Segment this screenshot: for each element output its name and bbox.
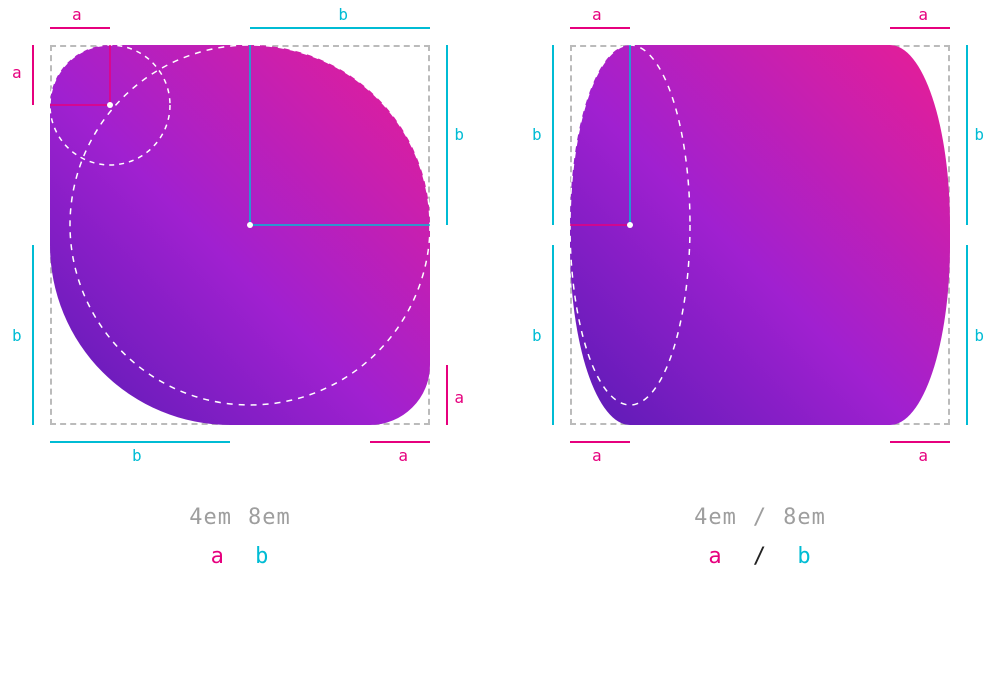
dim-bottom-b: [50, 441, 230, 443]
dim-top-b: [250, 27, 430, 29]
panel-left: a a b b a a b b 4em8em: [30, 45, 450, 569]
dim-right-bottom-b: [966, 245, 968, 425]
syntax-text: 4em8em: [30, 505, 450, 530]
dim-label: a: [398, 446, 408, 465]
dim-left-b: [32, 245, 34, 425]
dim-label: b: [974, 125, 984, 144]
dim-bottom-a: [370, 441, 430, 443]
syntax-annot: a / b: [550, 544, 970, 569]
dim-left-a: [32, 45, 34, 105]
caption-right: 4em/8em a / b: [550, 505, 970, 569]
syntax-annot: a b: [30, 544, 450, 569]
dim-top-right-a: [890, 27, 950, 29]
panel-right: a a b b b b a a 4em/8em: [550, 45, 970, 569]
shape-holder-left: a a b b a a b b: [50, 45, 430, 425]
dim-label: a: [72, 5, 82, 24]
dim-label: b: [12, 326, 22, 345]
diagram-wrap: a a b b a a b b 4em8em: [0, 0, 1000, 569]
dim-label: b: [532, 326, 542, 345]
dim-right-a: [446, 365, 448, 425]
dim-right-top-b: [966, 45, 968, 225]
dim-label: a: [918, 5, 928, 24]
dim-label: a: [918, 446, 928, 465]
syntax-text: 4em/8em: [550, 505, 970, 530]
dim-label: b: [454, 125, 464, 144]
dim-left-bottom-b: [552, 245, 554, 425]
shape-holder-right: a a b b b b a a: [570, 45, 950, 425]
dim-label: a: [592, 5, 602, 24]
dim-label: b: [532, 125, 542, 144]
dim-bottom-right-a: [890, 441, 950, 443]
caption-left: 4em8em a b: [30, 505, 450, 569]
dim-left-top-b: [552, 45, 554, 225]
rounded-box-right: [570, 45, 950, 425]
dim-top-left-a: [570, 27, 630, 29]
dim-label: b: [338, 5, 348, 24]
dim-label: b: [974, 326, 984, 345]
dim-label: a: [592, 446, 602, 465]
dim-label: b: [132, 446, 142, 465]
dim-label: a: [12, 63, 22, 82]
dim-label: a: [454, 388, 464, 407]
dim-top-a: [50, 27, 110, 29]
dim-right-b: [446, 45, 448, 225]
dim-bottom-left-a: [570, 441, 630, 443]
rounded-box-left: [50, 45, 430, 425]
